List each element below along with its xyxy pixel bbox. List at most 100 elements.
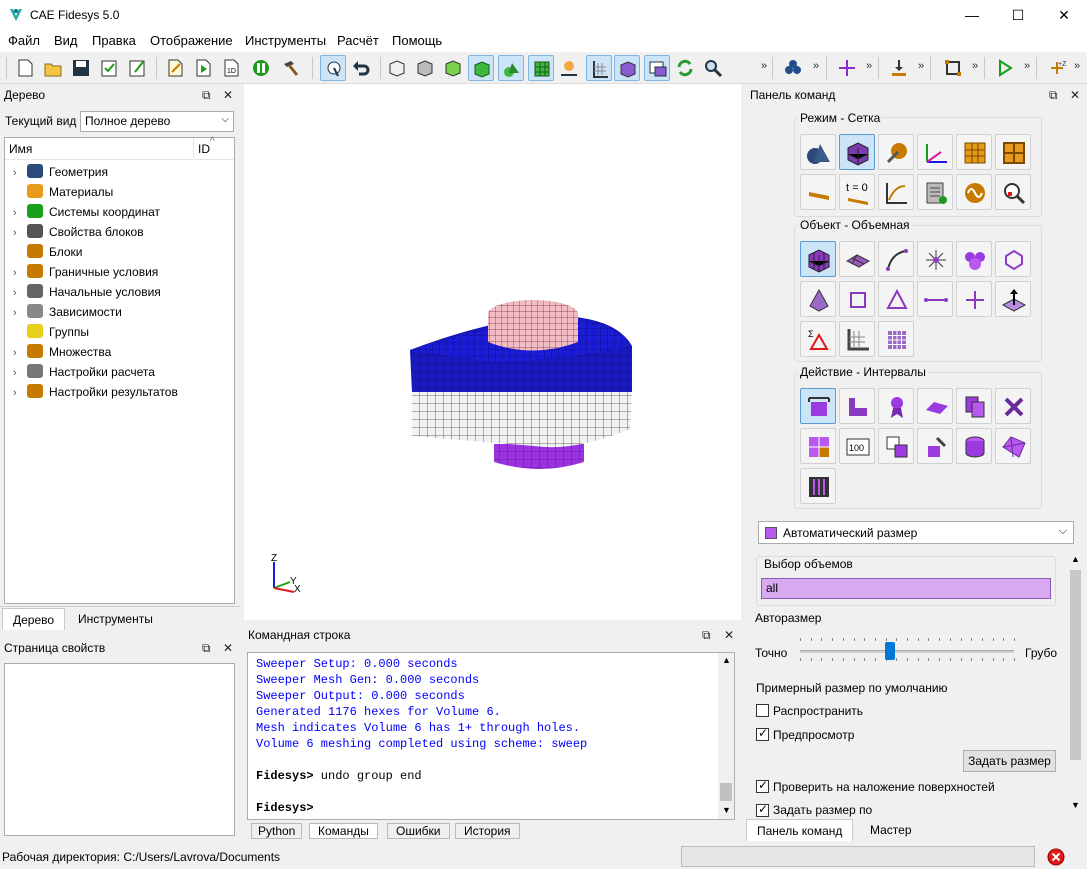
close-panel-icon[interactable]: ✕	[1070, 85, 1080, 105]
toolbar-overflow-icon[interactable]: »	[918, 60, 924, 72]
run-script-icon[interactable]	[190, 55, 216, 81]
menu-edit[interactable]: Правка	[92, 33, 136, 48]
console-scrollbar[interactable]: ▲ ▼	[718, 653, 734, 819]
tab-history[interactable]: История	[455, 823, 520, 839]
journal-1d-icon[interactable]: 1D	[218, 55, 244, 81]
script-edit-icon[interactable]	[162, 55, 188, 81]
mesh-grid-icon[interactable]	[878, 321, 914, 357]
undo-icon[interactable]	[348, 55, 374, 81]
scroll-down-icon[interactable]: ▼	[1071, 800, 1080, 810]
geometry-mode-icon[interactable]	[800, 134, 836, 170]
3d-viewport[interactable]: Z Y X	[244, 84, 741, 620]
tree-view[interactable]: Имя ID ^ › Геометрия Материалы › Системы коо…	[4, 136, 235, 604]
tab-tree[interactable]: Дерево	[2, 608, 66, 630]
hammer-icon[interactable]	[278, 55, 304, 81]
expand-arrow-icon[interactable]: ›	[13, 163, 27, 183]
results-settings-mode-icon[interactable]	[956, 174, 992, 210]
tree-item[interactable]: › Настройки результатов	[13, 382, 178, 402]
bias-action-icon[interactable]	[800, 468, 836, 504]
minimize-button[interactable]: —	[949, 0, 995, 30]
expand-arrow-icon[interactable]: ›	[13, 363, 27, 383]
paint-mesh-action-icon[interactable]	[917, 428, 953, 464]
toolbar-overflow-icon[interactable]: »	[1024, 60, 1030, 72]
shaded-cube-icon[interactable]	[440, 55, 466, 81]
initial-conditions-mode-icon[interactable]: t = 0	[839, 174, 875, 210]
new-file-icon[interactable]	[12, 55, 38, 81]
boundary-conditions-mode-icon[interactable]	[800, 174, 836, 210]
tree-col-name[interactable]: Имя	[9, 142, 32, 156]
tab-python[interactable]: Python	[251, 823, 303, 839]
add-point-icon[interactable]	[834, 55, 860, 81]
expand-arrow-icon[interactable]: ›	[13, 303, 27, 323]
tree-item[interactable]: › Зависимости	[13, 302, 122, 322]
structured-grid-icon[interactable]	[839, 321, 875, 357]
tree-item[interactable]: › Граничные условия	[13, 262, 158, 282]
tree-item[interactable]: Группы	[13, 322, 89, 342]
intervals-action-icon[interactable]	[800, 388, 836, 424]
interval-count-action-icon[interactable]: 100	[839, 428, 875, 464]
perspective-cube-icon[interactable]	[614, 55, 640, 81]
copy-mesh-action-icon[interactable]	[956, 388, 992, 424]
import-down-icon[interactable]	[886, 55, 912, 81]
smooth-action-icon[interactable]	[917, 388, 953, 424]
axes-grid-icon[interactable]	[586, 55, 612, 81]
node-set-object-icon[interactable]	[995, 241, 1031, 277]
tree-item[interactable]: › Начальные условия	[13, 282, 161, 302]
mesh-quality-action-icon[interactable]	[878, 388, 914, 424]
mesh-mode-icon[interactable]	[839, 134, 875, 170]
select-mode-icon[interactable]	[320, 55, 346, 81]
transfer-mesh-action-icon[interactable]	[878, 428, 914, 464]
float-panel-icon[interactable]: ⧉	[702, 625, 711, 645]
menu-view[interactable]: Вид	[54, 33, 78, 48]
toolbar-overflow-icon[interactable]: »	[972, 60, 978, 72]
pause-icon[interactable]	[248, 55, 274, 81]
expand-arrow-icon[interactable]: ›	[13, 203, 27, 223]
scroll-thumb[interactable]	[720, 783, 732, 801]
menu-display[interactable]: Отображение	[150, 33, 233, 48]
calc-settings-mode-icon[interactable]	[917, 174, 953, 210]
float-panel-icon[interactable]: ⧉	[202, 85, 211, 105]
expand-arrow-icon[interactable]: ›	[13, 343, 27, 363]
analysis-zoom-mode-icon[interactable]	[995, 174, 1031, 210]
shapes-icon[interactable]	[498, 55, 524, 81]
set-size-by-checkbox[interactable]	[756, 802, 769, 817]
tab-command-panel[interactable]: Панель команд	[746, 819, 854, 841]
surface-object-icon[interactable]	[839, 241, 875, 277]
transform-icon[interactable]	[556, 55, 582, 81]
export-icon[interactable]	[124, 55, 150, 81]
scroll-up-icon[interactable]: ▲	[722, 655, 731, 665]
refresh-icon[interactable]	[672, 55, 698, 81]
volumes-input[interactable]: all	[761, 578, 1051, 599]
maximize-button[interactable]: ☐	[995, 0, 1041, 30]
scheme-select[interactable]: Автоматический размер ⌵	[758, 521, 1074, 544]
tetra-object-icon[interactable]	[800, 281, 836, 317]
tree-item[interactable]: › Свойства блоков	[13, 222, 144, 242]
normal-object-icon[interactable]	[995, 281, 1031, 317]
close-panel-icon[interactable]: ✕	[223, 638, 233, 658]
zoom-icon[interactable]	[700, 55, 726, 81]
mesh-cube-icon[interactable]	[528, 55, 554, 81]
node-object-icon[interactable]	[956, 281, 992, 317]
blocks-mode-icon[interactable]	[956, 134, 992, 170]
scroll-down-icon[interactable]: ▼	[722, 805, 731, 815]
tab-commands[interactable]: Команды	[309, 823, 378, 839]
shaded-green-cube-icon[interactable]	[468, 55, 494, 81]
float-panel-icon[interactable]: ⧉	[202, 638, 211, 658]
sum-object-icon[interactable]: Σ	[800, 321, 836, 357]
tree-item[interactable]: Материалы	[13, 182, 113, 202]
tab-errors[interactable]: Ошибки	[387, 823, 450, 839]
menu-calculation[interactable]: Расчёт	[337, 33, 379, 48]
sets-mode-icon[interactable]	[995, 134, 1031, 170]
stop-icon[interactable]	[1047, 848, 1065, 866]
edge-object-icon[interactable]	[917, 281, 953, 317]
triangle-object-icon[interactable]	[878, 281, 914, 317]
expand-arrow-icon[interactable]: ›	[13, 263, 27, 283]
close-panel-icon[interactable]: ✕	[724, 625, 734, 645]
expand-arrow-icon[interactable]: ›	[13, 383, 27, 403]
toolbar-overflow-icon[interactable]: »	[813, 60, 819, 72]
float-panel-icon[interactable]: ⧉	[1049, 85, 1058, 105]
import-icon[interactable]	[96, 55, 122, 81]
vertex-object-icon[interactable]	[917, 241, 953, 277]
tab-tools[interactable]: Инструменты	[68, 608, 163, 630]
tree-item[interactable]: Блоки	[13, 242, 83, 262]
